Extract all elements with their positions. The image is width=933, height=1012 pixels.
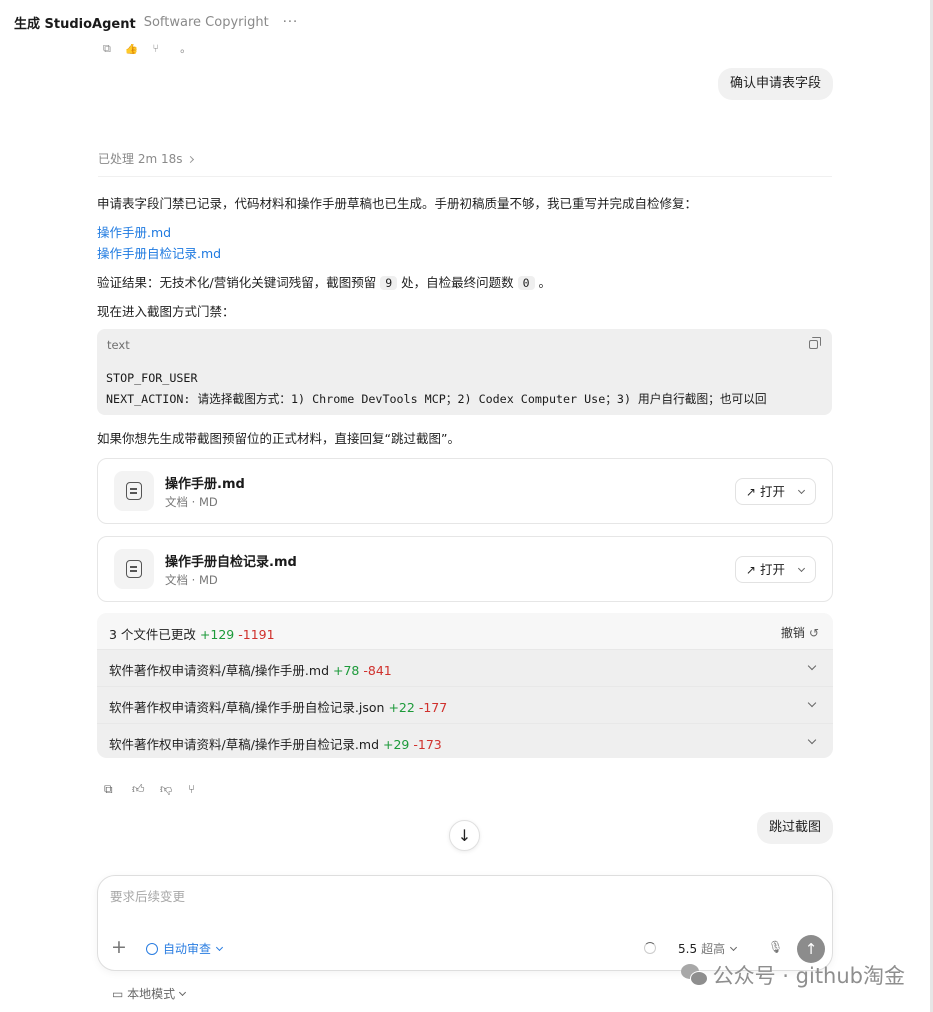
arrow-up-right-icon: ↗ (745, 485, 756, 499)
chevron-down-icon (797, 564, 806, 573)
user-message: 确认申请表字段 (717, 68, 833, 100)
changed-file-path: 软件著作权申请资料/草稿/操作手册.md +78 -841 (109, 660, 392, 679)
file-path: 软件著作权申请资料/草稿/操作手册自检记录.json (109, 700, 385, 715)
file-path: 软件著作权申请资料/草稿/操作手册自检记录.md (109, 737, 380, 752)
chevron-down-icon (215, 943, 224, 952)
open-label: 打开 (759, 484, 785, 499)
screenshot-count: 9 (380, 276, 398, 290)
chevron-down-icon (797, 486, 806, 495)
open-label: 打开 (759, 562, 785, 577)
file-icon-container (114, 549, 154, 589)
verify-text-c: 。 (538, 275, 552, 290)
file-card[interactable]: 操作手册自检记录.md 文档 · MD ↗ 打开 (97, 536, 833, 602)
copy-icon[interactable] (809, 337, 821, 349)
chevron-down-icon[interactable] (807, 698, 817, 708)
assistant-paragraph: 如果你想先生成带截图预留位的正式材料，直接回复“跳过截图”。 (97, 431, 460, 446)
auto-review-dropdown[interactable]: 自动审查 (146, 940, 224, 957)
arrow-down-icon: ↓ (457, 826, 472, 845)
link-manual[interactable]: 操作手册.md (97, 222, 171, 241)
chevron-right-icon (187, 155, 195, 164)
watermark-text: 公众号 · github淘金 (712, 964, 905, 988)
copy-icon[interactable]: ⧉ (104, 782, 118, 796)
verify-text-b: 处，自检最终问题数 (401, 275, 514, 290)
issue-count: 0 (517, 276, 535, 290)
open-button[interactable]: ↗ 打开 (734, 556, 816, 583)
send-button[interactable]: ↑ (797, 935, 825, 963)
add-attachment-button[interactable]: + (111, 938, 127, 957)
verification-result: 验证结果：无技术化/营销化关键词残留，截图预留 9 处，自检最终问题数 0 。 (97, 272, 551, 291)
loading-spinner-icon (644, 942, 656, 954)
thumbs-down-icon[interactable]: 👎︎ (160, 782, 174, 796)
file-name: 操作手册自检记录.md (165, 555, 297, 570)
reasoning-level: 超高 (701, 942, 726, 956)
arrow-up-right-icon: ↗ (745, 563, 756, 577)
changed-file-row[interactable]: 软件著作权申请资料/草稿/操作手册.md +78 -841 (97, 649, 833, 686)
link-self-check[interactable]: 操作手册自检记录.md (97, 243, 221, 262)
chevron-down-icon (730, 943, 738, 952)
lines-removed: -173 (413, 737, 442, 752)
undo-label: 撤销 (780, 626, 805, 640)
divider (98, 176, 832, 177)
wechat-icon (680, 964, 708, 986)
thumbs-up-icon[interactable]: 👍︎ (132, 782, 146, 796)
lines-removed: -841 (363, 663, 392, 678)
title-bar: 生成 StudioAgent Software Copyright ··· (0, 0, 930, 44)
model-selector[interactable]: 5.5 超高 (678, 940, 738, 957)
undo-button[interactable]: 撤销 ↺ (781, 624, 819, 641)
message-input[interactable] (110, 889, 810, 904)
chevron-down-icon (179, 988, 187, 997)
composer: + 自动审查 5.5超高 🎙︎ ↑ (97, 875, 833, 971)
laptop-icon: ▭ (112, 987, 124, 1001)
file-name: 操作手册.md (165, 477, 245, 492)
file-meta: 文档 · MD (165, 495, 218, 509)
lines-added: +29 (383, 737, 410, 752)
document-icon (126, 560, 142, 578)
processed-label: 已处理 2m 18s (98, 152, 183, 166)
more-options-button[interactable]: ··· (283, 15, 298, 30)
local-mode-dropdown[interactable]: ▭ 本地模式 (112, 985, 187, 1002)
open-button[interactable]: ↗ 打开 (734, 478, 816, 505)
file-icon-container (114, 471, 154, 511)
review-icon (146, 943, 158, 955)
auto-review-label: 自动审查 (163, 942, 212, 956)
project-name[interactable]: Software Copyright (144, 15, 269, 30)
code-language: text (107, 338, 130, 352)
watermark: 公众号 · github淘金 (680, 960, 905, 990)
lines-removed: -1191 (238, 627, 275, 642)
local-mode-label: 本地模式 (127, 987, 176, 1001)
file-path: 软件著作权申请资料/草稿/操作手册.md (109, 663, 330, 678)
processed-toggle[interactable]: 已处理 2m 18s (98, 150, 195, 167)
changes-summary-text: 3 个文件已更改 (109, 627, 196, 642)
branch-icon[interactable]: ⑂ (188, 782, 202, 796)
model-version: 5.5 (678, 942, 698, 956)
lines-removed: -177 (418, 700, 448, 715)
changes-header: 3 个文件已更改 +129 -1191 撤销 ↺ (97, 613, 833, 649)
code-block: text STOP_FOR_USER NEXT_ACTION: 请选择截图方式：… (97, 329, 832, 415)
microphone-icon[interactable]: 🎙︎ (768, 940, 783, 954)
lines-added: +78 (333, 663, 360, 678)
assistant-paragraph: 申请表字段门禁已记录，代码材料和操作手册草稿也已生成。手册初稿质量不够，我已重写… (97, 196, 698, 211)
file-card[interactable]: 操作手册.md 文档 · MD ↗ 打开 (97, 458, 833, 524)
changed-file-row[interactable]: 软件著作权申请资料/草稿/操作手册自检记录.md +29 -173 (97, 723, 833, 758)
chevron-down-icon[interactable] (807, 735, 817, 745)
changed-file-path: 软件著作权申请资料/草稿/操作手册自检记录.json +22 -177 (109, 697, 447, 716)
code-line: NEXT_ACTION: 请选择截图方式：1) Chrome DevTools … (106, 392, 767, 406)
file-meta: 文档 · MD (165, 573, 218, 587)
assistant-paragraph: 现在进入截图方式门禁： (97, 304, 235, 319)
chevron-down-icon[interactable] (807, 661, 817, 671)
undo-icon: ↺ (808, 626, 819, 640)
arrow-up-icon: ↑ (804, 940, 818, 958)
code-line: STOP_FOR_USER (106, 371, 198, 385)
verify-text-a: 验证结果：无技术化/营销化关键词残留，截图预留 (97, 275, 377, 290)
scroll-to-bottom-button[interactable]: ↓ (449, 820, 480, 851)
changed-file-path: 软件著作权申请资料/草稿/操作手册自检记录.md +29 -173 (109, 734, 442, 753)
document-icon (126, 482, 142, 500)
user-message: 跳过截图 (756, 812, 833, 844)
changed-file-row[interactable]: 软件著作权申请资料/草稿/操作手册自检记录.json +22 -177 (97, 686, 833, 723)
changes-summary: 3 个文件已更改 +129 -1191 (109, 624, 275, 643)
lines-added: +129 (199, 627, 235, 642)
changed-files-panel: 3 个文件已更改 +129 -1191 撤销 ↺ 软件著作权申请资料/草稿/操作手… (97, 613, 833, 758)
lines-added: +22 (388, 700, 415, 715)
app-title: 生成 StudioAgent (14, 16, 136, 32)
